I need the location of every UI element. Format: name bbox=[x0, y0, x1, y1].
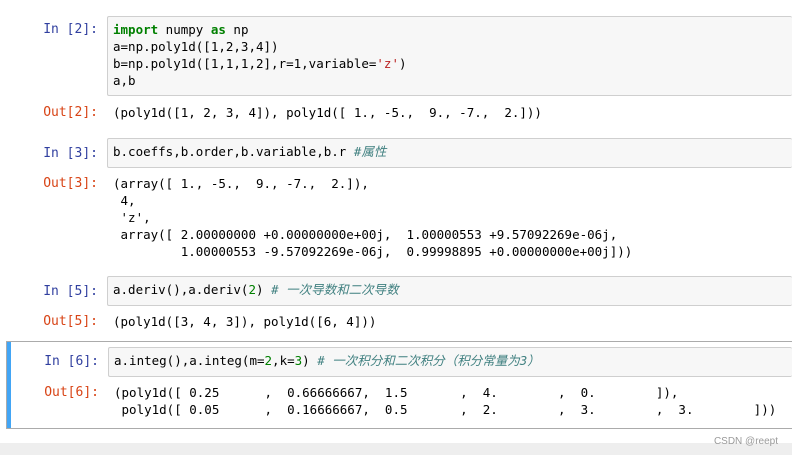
output-line: 'z', bbox=[113, 210, 151, 225]
notebook-cell-2[interactable]: In [2]: import numpy as np a=np.poly1d([… bbox=[6, 16, 792, 124]
code-line: a.integ(),a.integ(m=2,k=3) # 一次积分和二次积分（积… bbox=[114, 352, 786, 369]
code-text: b.coeffs,b.order,b.variable,b.r bbox=[113, 144, 354, 159]
code-line: a,b bbox=[113, 73, 136, 88]
in-prompt: In [2]: bbox=[43, 22, 98, 37]
number-literal: 2 bbox=[264, 353, 273, 368]
in-prompt: In [6]: bbox=[44, 354, 99, 369]
code-text: ,k= bbox=[272, 353, 295, 368]
notebook-cell-6[interactable]: In [6]: a.integ(),a.integ(m=2,k=3) # 一次积… bbox=[6, 341, 792, 429]
keyword: import bbox=[113, 22, 159, 37]
code-text: a.deriv(),a.deriv( bbox=[113, 282, 249, 297]
code-input[interactable]: a.deriv(),a.deriv(2) # 一次导数和二次导数 bbox=[107, 276, 792, 306]
output-line: array([ 2.00000000 +0.00000000e+00j, 1.0… bbox=[113, 227, 618, 242]
code-line: a.deriv(),a.deriv(2) # 一次导数和二次导数 bbox=[113, 281, 786, 298]
output-line: 4, bbox=[113, 193, 136, 208]
code-comment: # 一次积分和二次积分（积分常量为3） bbox=[317, 353, 540, 368]
code-text: a.integ(),a.integ(m= bbox=[114, 353, 265, 368]
code-input[interactable]: b.coeffs,b.order,b.variable,b.r #属性 bbox=[107, 138, 792, 168]
notebook-cell-3[interactable]: In [3]: b.coeffs,b.order,b.variable,b.r … bbox=[6, 138, 792, 264]
code-comment: # 一次导数和二次导数 bbox=[271, 282, 399, 297]
code-text: ) bbox=[256, 282, 272, 297]
in-prompt: In [3]: bbox=[43, 146, 98, 161]
code-line: import numpy as np bbox=[113, 21, 786, 38]
code-text: ) bbox=[302, 353, 318, 368]
output-line: (array([ 1., -5., 9., -7., 2.]), bbox=[113, 176, 369, 191]
code-comment: #属性 bbox=[353, 144, 387, 159]
watermark: CSDN @reept bbox=[713, 436, 778, 447]
out-prompt: Out[5]: bbox=[43, 314, 98, 329]
code-text: ) bbox=[398, 56, 407, 71]
code-line: a=np.poly1d([1,2,3,4]) bbox=[113, 39, 279, 54]
out-prompt: Out[6]: bbox=[44, 385, 99, 400]
string-literal: 'z' bbox=[376, 56, 399, 71]
code-input[interactable]: import numpy as np a=np.poly1d([1,2,3,4]… bbox=[107, 16, 792, 96]
in-prompt: In [5]: bbox=[43, 284, 98, 299]
cell-output: (poly1d([1, 2, 3, 4]), poly1d([ 1., -5.,… bbox=[107, 104, 792, 121]
code-text: b=np.poly1d([1,1,1,2],r=1,variable= bbox=[113, 56, 377, 71]
cell-output: (poly1d([ 0.25 , 0.66666667, 1.5 , 4. , … bbox=[108, 384, 792, 418]
code-text: np bbox=[225, 22, 249, 37]
code-input[interactable]: a.integ(),a.integ(m=2,k=3) # 一次积分和二次积分（积… bbox=[108, 347, 792, 377]
keyword: as bbox=[210, 22, 226, 37]
page-bottom-strip bbox=[0, 443, 792, 455]
out-prompt: Out[2]: bbox=[43, 105, 98, 120]
cell-output: (poly1d([3, 4, 3]), poly1d([6, 4])) bbox=[107, 313, 792, 330]
notebook-cell-5[interactable]: In [5]: a.deriv(),a.deriv(2) # 一次导数和二次导数… bbox=[6, 276, 792, 332]
out-prompt: Out[3]: bbox=[43, 176, 98, 191]
code-text: numpy bbox=[158, 22, 211, 37]
output-line: (poly1d([1, 2, 3, 4]), poly1d([ 1., -5.,… bbox=[113, 105, 542, 120]
code-line: b.coeffs,b.order,b.variable,b.r #属性 bbox=[113, 143, 786, 160]
output-line: (poly1d([3, 4, 3]), poly1d([6, 4])) bbox=[113, 314, 377, 329]
output-line: 1.00000553 -9.57092269e-06j, 0.99998895 … bbox=[113, 244, 633, 259]
output-line: (poly1d([ 0.25 , 0.66666667, 1.5 , 4. , … bbox=[114, 385, 679, 400]
code-line: b=np.poly1d([1,1,1,2],r=1,variable='z') bbox=[113, 55, 786, 72]
cell-output: (array([ 1., -5., 9., -7., 2.]), 4, 'z',… bbox=[107, 175, 792, 260]
number-literal: 2 bbox=[248, 282, 256, 297]
output-line: poly1d([ 0.05 , 0.16666667, 0.5 , 2. , 3… bbox=[114, 402, 777, 417]
